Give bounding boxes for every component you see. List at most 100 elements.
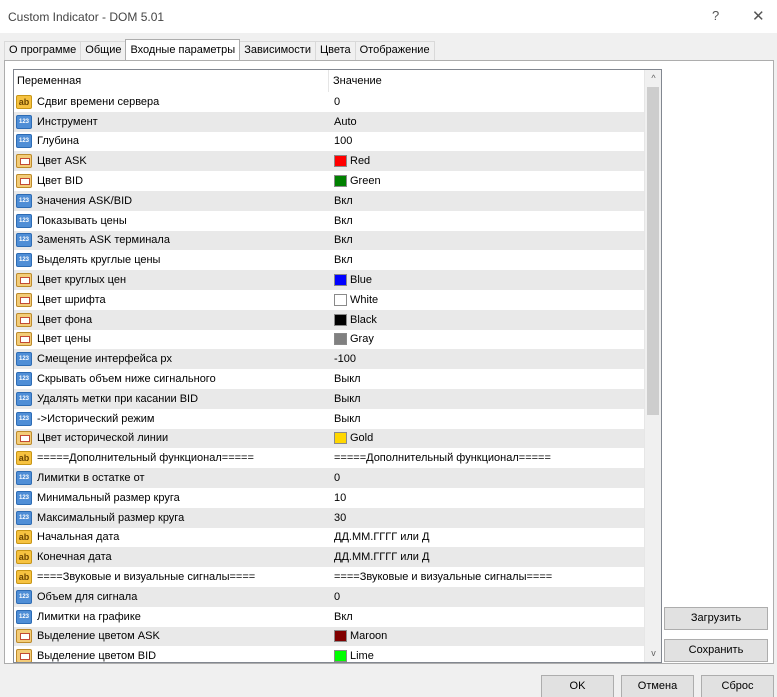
tab-3[interactable]: Зависимости — [239, 41, 316, 60]
parameter-name-cell: 123 Скрывать объем ниже сигнального — [14, 372, 329, 387]
parameter-value-cell[interactable]: White — [329, 293, 644, 306]
parameter-name-cell: 123 Удалять метки при касании BID — [14, 391, 329, 406]
tab-1[interactable]: Общие — [80, 41, 127, 60]
column-header-value[interactable]: Значение — [329, 70, 642, 92]
table-row[interactable]: Цвет ASK Red — [14, 151, 644, 172]
color-swatch — [334, 274, 347, 287]
parameter-value-cell[interactable]: Green — [329, 175, 644, 188]
table-row[interactable]: Цвет BID Green — [14, 171, 644, 191]
parameter-name: Инструмент — [37, 115, 98, 128]
table-row[interactable]: 123 Лимитки в остатке от 0 — [14, 468, 644, 488]
table-row[interactable]: Выделение цветом ASK Maroon — [14, 626, 644, 647]
table-row[interactable]: 123 Минимальный размер круга 10 — [14, 487, 644, 508]
parameter-value-cell[interactable]: Выкл — [329, 393, 644, 405]
table-row[interactable]: ab =====Дополнительный функционал===== ===… — [14, 448, 644, 469]
tab-2[interactable]: Входные параметры — [125, 39, 241, 60]
close-icon[interactable]: ✕ — [752, 7, 765, 25]
table-row[interactable]: Цвет круглых цен Blue — [14, 270, 644, 290]
parameter-value-cell[interactable]: 100 — [329, 135, 644, 147]
parameter-value-cell[interactable]: ====Звуковые и визуальные сигналы==== — [329, 571, 644, 583]
table-row[interactable]: 123 Объем для сигнала 0 — [14, 586, 644, 607]
parameter-name: Цвет фона — [37, 313, 93, 326]
parameter-name: Максимальный размер круга — [37, 511, 185, 524]
parameter-value-cell[interactable]: 0 — [329, 96, 644, 108]
parameter-value-cell[interactable]: Red — [329, 155, 644, 168]
table-row[interactable]: 123 Лимитки на графике Вкл — [14, 606, 644, 627]
table-row[interactable]: ab Сдвиг времени сервера 0 — [14, 92, 644, 112]
table-row[interactable]: ab Начальная дата ДД.ММ.ГГГГ или Д — [14, 527, 644, 548]
parameter-value-cell[interactable]: 0 — [329, 472, 644, 484]
cancel-button[interactable]: Отмена — [621, 675, 694, 697]
parameter-value-cell[interactable]: ДД.ММ.ГГГГ или Д — [329, 551, 644, 563]
parameter-name-cell: Цвет шрифта — [14, 292, 329, 307]
parameter-value: Выкл — [334, 412, 361, 425]
table-row[interactable]: Выделение цветом BID Lime — [14, 646, 644, 662]
parameter-value: Вкл — [334, 610, 353, 623]
parameter-name-cell: 123 Инструмент — [14, 114, 329, 129]
table-row[interactable]: ab Конечная дата ДД.ММ.ГГГГ или Д — [14, 547, 644, 568]
parameter-value-cell[interactable]: -100 — [329, 353, 644, 365]
tab-0[interactable]: О программе — [4, 41, 82, 60]
ok-button[interactable]: OK — [541, 675, 614, 697]
parameters-list: Переменная Значение ab Сдвиг времени серв… — [13, 69, 662, 663]
parameter-value: ДД.ММ.ГГГГ или Д — [334, 531, 430, 544]
title-bar: Custom Indicator - DOM 5.01 ? ✕ — [0, 0, 777, 34]
parameter-value-cell[interactable]: Black — [329, 313, 644, 326]
parameter-value-cell[interactable]: Вкл — [329, 611, 644, 623]
table-row[interactable]: 123 Скрывать объем ниже сигнального Выкл — [14, 369, 644, 389]
parameter-value-cell[interactable]: 0 — [329, 591, 644, 603]
parameter-value-cell[interactable]: 10 — [329, 492, 644, 504]
save-button[interactable]: Сохранить — [664, 639, 768, 662]
parameter-name: Начальная дата — [37, 531, 120, 544]
parameter-value-cell[interactable]: Вкл — [329, 254, 644, 266]
table-row[interactable]: Цвет исторической линии Gold — [14, 428, 644, 449]
tab-5[interactable]: Отображение — [354, 41, 435, 60]
parameter-value-cell[interactable]: Maroon — [329, 630, 644, 643]
parameter-value: 0 — [334, 472, 341, 485]
parameter-value-cell[interactable]: Gold — [329, 432, 644, 445]
parameter-value-cell[interactable]: ДД.ММ.ГГГГ или Д — [329, 531, 644, 543]
table-row[interactable]: ab ====Звуковые и визуальные сигналы==== =… — [14, 567, 644, 587]
parameter-value-cell[interactable]: Вкл — [329, 234, 644, 246]
parameter-value-cell[interactable]: Gray — [329, 333, 644, 346]
parameter-value-cell[interactable]: Вкл — [329, 215, 644, 227]
parameter-value-cell[interactable]: Blue — [329, 274, 644, 287]
table-row[interactable]: 123 Показывать цены Вкл — [14, 210, 644, 231]
table-row[interactable]: 123 Удалять метки при касании BID Выкл — [14, 388, 644, 409]
table-row[interactable]: 123 Инструмент Auto — [14, 111, 644, 132]
parameter-value-cell[interactable]: 30 — [329, 512, 644, 524]
parameter-value-cell[interactable]: Auto — [329, 116, 644, 128]
tab-4[interactable]: Цвета — [314, 41, 356, 60]
table-row[interactable]: 123 ->Исторический режим Выкл — [14, 408, 644, 429]
parameter-value-cell[interactable]: Выкл — [329, 413, 644, 425]
scroll-down-icon[interactable]: v — [645, 645, 661, 662]
parameter-value-cell[interactable]: =====Дополнительный функционал===== — [329, 452, 644, 464]
load-button[interactable]: Загрузить — [664, 607, 768, 630]
table-row[interactable]: 123 Максимальный размер круга 30 — [14, 507, 644, 528]
parameter-name-cell: Цвет круглых цен — [14, 273, 329, 288]
table-row[interactable]: Цвет цены Gray — [14, 329, 644, 350]
vertical-scrollbar[interactable]: ^ v — [644, 70, 661, 662]
parameter-name-cell: 123 ->Исторический режим — [14, 411, 329, 426]
parameter-value-cell[interactable]: Вкл — [329, 195, 644, 207]
table-row[interactable]: Цвет фона Black — [14, 309, 644, 330]
table-row[interactable]: Цвет шрифта White — [14, 289, 644, 310]
help-icon[interactable]: ? — [712, 8, 719, 23]
parameter-value-cell[interactable]: Выкл — [329, 373, 644, 385]
parameter-name: Глубина — [37, 135, 80, 148]
scroll-up-icon[interactable]: ^ — [645, 70, 661, 87]
parameter-name: Цвет исторической линии — [37, 432, 169, 445]
parameter-name: Значения ASK/BID — [37, 194, 133, 207]
number-type-icon: 123 — [16, 411, 32, 426]
table-row[interactable]: 123 Смещение интерфейса px -100 — [14, 349, 644, 370]
table-row[interactable]: 123 Глубина 100 — [14, 131, 644, 152]
column-header-variable[interactable]: Переменная — [14, 70, 329, 92]
parameter-value: Вкл — [334, 194, 353, 207]
parameter-name-cell: 123 Выделять круглые цены — [14, 253, 329, 268]
scrollbar-thumb[interactable] — [647, 87, 659, 415]
table-row[interactable]: 123 Заменять ASK терминала Вкл — [14, 230, 644, 251]
table-row[interactable]: 123 Значения ASK/BID Вкл — [14, 190, 644, 211]
reset-button[interactable]: Сброс — [701, 675, 774, 697]
table-row[interactable]: 123 Выделять круглые цены Вкл — [14, 250, 644, 271]
parameter-value-cell[interactable]: Lime — [329, 650, 644, 662]
